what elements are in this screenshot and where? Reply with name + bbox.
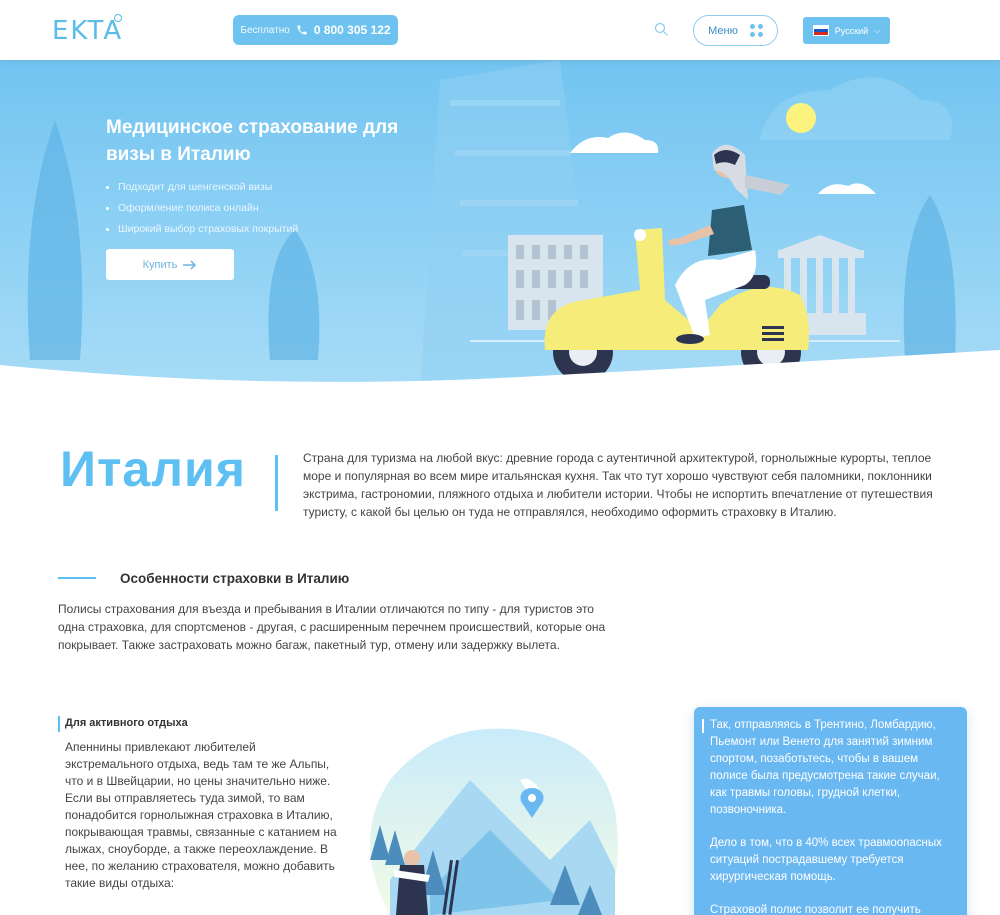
hero-bullet: Подходит для шенгенской визы (106, 181, 298, 202)
phone-number: 0 800 305 122 (313, 23, 391, 37)
search-icon[interactable] (654, 22, 669, 37)
hero-title: Медицинское страхование для визы в Итали… (106, 117, 399, 165)
phone-button[interactable]: Бесплатно 0 800 305 122 (233, 15, 398, 45)
active-rest-text: Апеннины привлекают любителей экстремаль… (65, 740, 337, 890)
hero-bullet: Широкий выбор страховых покрытий (106, 223, 298, 244)
arrow-right-icon (183, 259, 197, 270)
section-accent-line (58, 577, 96, 579)
phone-icon (297, 25, 307, 35)
hero-bullet: Оформление полиса онлайн (106, 202, 298, 223)
site-header: EKTA Бесплатно 0 800 305 122 Меню Русски… (0, 0, 1000, 60)
ski-illustration (370, 728, 618, 915)
russia-flag-icon (812, 25, 829, 36)
phone-free-label: Бесплатно (240, 24, 290, 36)
menu-label: Меню (708, 24, 738, 37)
subsection-accent-bar (58, 716, 60, 732)
info-card: Так, отправляясь в Трентино, Ломбардию, … (694, 707, 967, 915)
hero-banner: Медицинское страхование для визы в Итали… (0, 60, 1000, 390)
active-rest-heading: Для активного отдыха (65, 717, 188, 729)
menu-dots-icon (749, 24, 763, 37)
card-accent-bar (702, 719, 704, 733)
menu-button[interactable]: Меню (693, 15, 778, 46)
country-title: Италия (60, 441, 246, 497)
language-selector[interactable]: Русский ⌵ (803, 17, 890, 44)
buy-button[interactable]: Купить (106, 249, 234, 280)
hero-bullet-list: Подходит для шенгенской визы Оформление … (106, 181, 298, 244)
logo[interactable]: EKTA (52, 16, 123, 46)
buy-label: Купить (142, 258, 178, 271)
features-heading: Особенности страховки в Италию (120, 571, 350, 586)
country-description: Страна для туризма на любой вкус: древни… (303, 451, 933, 519)
card-paragraph: Дело в том, что в 40% всех травмоопасных… (710, 837, 942, 883)
features-text: Полисы страхования для въезда и пребыван… (58, 602, 606, 652)
language-label: Русский (834, 25, 869, 36)
vertical-divider (275, 455, 278, 511)
card-paragraph: Страховой полис позволит ее получить (710, 904, 921, 915)
card-paragraph: Так, отправляясь в Трентино, Ломбардию, … (710, 719, 940, 816)
chevron-down-icon: ⌵ (874, 25, 881, 35)
logo-ring-icon (114, 14, 122, 22)
